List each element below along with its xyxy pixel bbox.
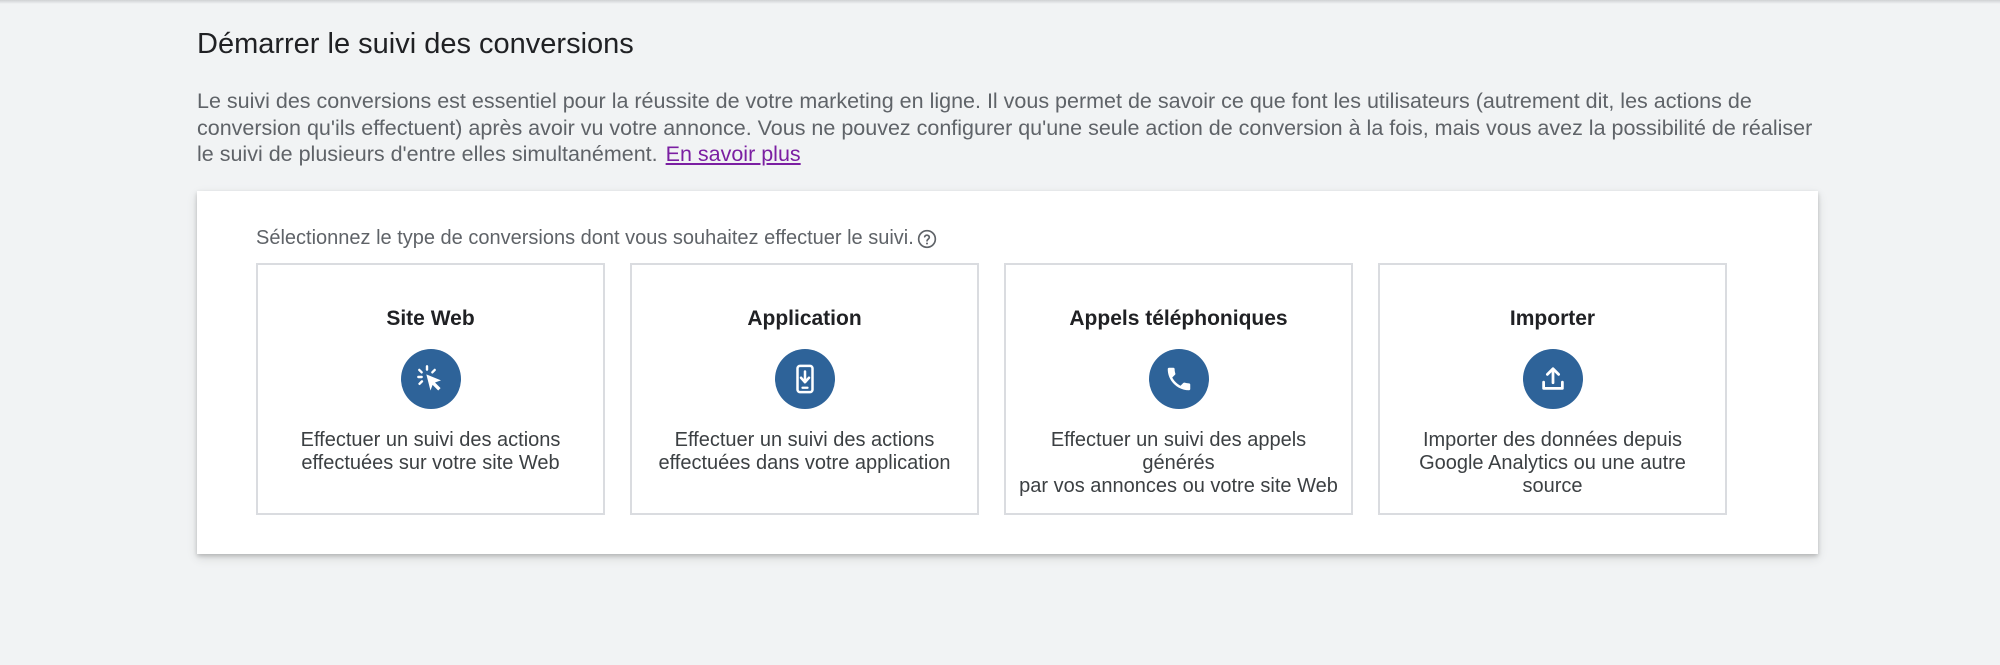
card-description: Importer des données depuis Google Analy… xyxy=(1388,429,1717,498)
card-site-web[interactable]: Site Web Effectuer un suivi des actions … xyxy=(256,263,605,515)
card-description-line: Effectuer un suivi des appels générés xyxy=(1050,429,1307,474)
card-appels-telephoniques[interactable]: Appels téléphoniques Effectuer un suivi … xyxy=(1004,263,1353,515)
card-title: Importer xyxy=(1509,307,1596,330)
card-description-line: Google Analytics ou une autre source xyxy=(1419,452,1686,497)
card-description-line: Effectuer un suivi des actions xyxy=(300,429,561,451)
card-description-line: effectuées dans votre application xyxy=(658,452,951,474)
card-description: Effectuer un suivi des actions effectuée… xyxy=(640,429,969,475)
panel-label-row: Sélectionnez le type de conversions dont… xyxy=(256,227,937,250)
page-title: Démarrer le suivi des conversions xyxy=(197,28,634,60)
card-title: Application xyxy=(747,307,862,330)
upload-icon xyxy=(1522,349,1583,409)
intro-text: Le suivi des conversions est essentiel p… xyxy=(197,89,1813,166)
card-importer[interactable]: Importer Importer des données depuis Goo… xyxy=(1378,263,1727,515)
phone-icon xyxy=(1148,349,1209,409)
top-divider xyxy=(0,0,2000,4)
card-title: Site Web xyxy=(386,307,475,330)
cursor-click-icon xyxy=(400,349,461,409)
intro-paragraph: Le suivi des conversions est essentiel p… xyxy=(197,88,1819,168)
card-title: Appels téléphoniques xyxy=(1069,307,1288,330)
card-description-line: effectuées sur votre site Web xyxy=(301,452,560,474)
mobile-download-icon xyxy=(774,349,835,409)
conversion-type-cards: Site Web Effectuer un suivi des actions … xyxy=(256,263,1727,515)
learn-more-link[interactable]: En savoir plus xyxy=(666,142,801,166)
panel-label: Sélectionnez le type de conversions dont… xyxy=(256,227,914,249)
conversion-type-panel: Sélectionnez le type de conversions dont… xyxy=(197,191,1818,554)
card-description: Effectuer un suivi des appels générés pa… xyxy=(1014,429,1343,498)
card-description-line: Importer des données depuis xyxy=(1422,429,1683,451)
card-description-line: par vos annonces ou votre site Web xyxy=(1019,475,1338,497)
help-circle-icon[interactable] xyxy=(917,229,937,249)
card-description: Effectuer un suivi des actions effectuée… xyxy=(266,429,595,475)
card-application[interactable]: Application Effectuer un suivi des actio… xyxy=(630,263,979,515)
card-description-line: Effectuer un suivi des actions xyxy=(674,429,935,451)
